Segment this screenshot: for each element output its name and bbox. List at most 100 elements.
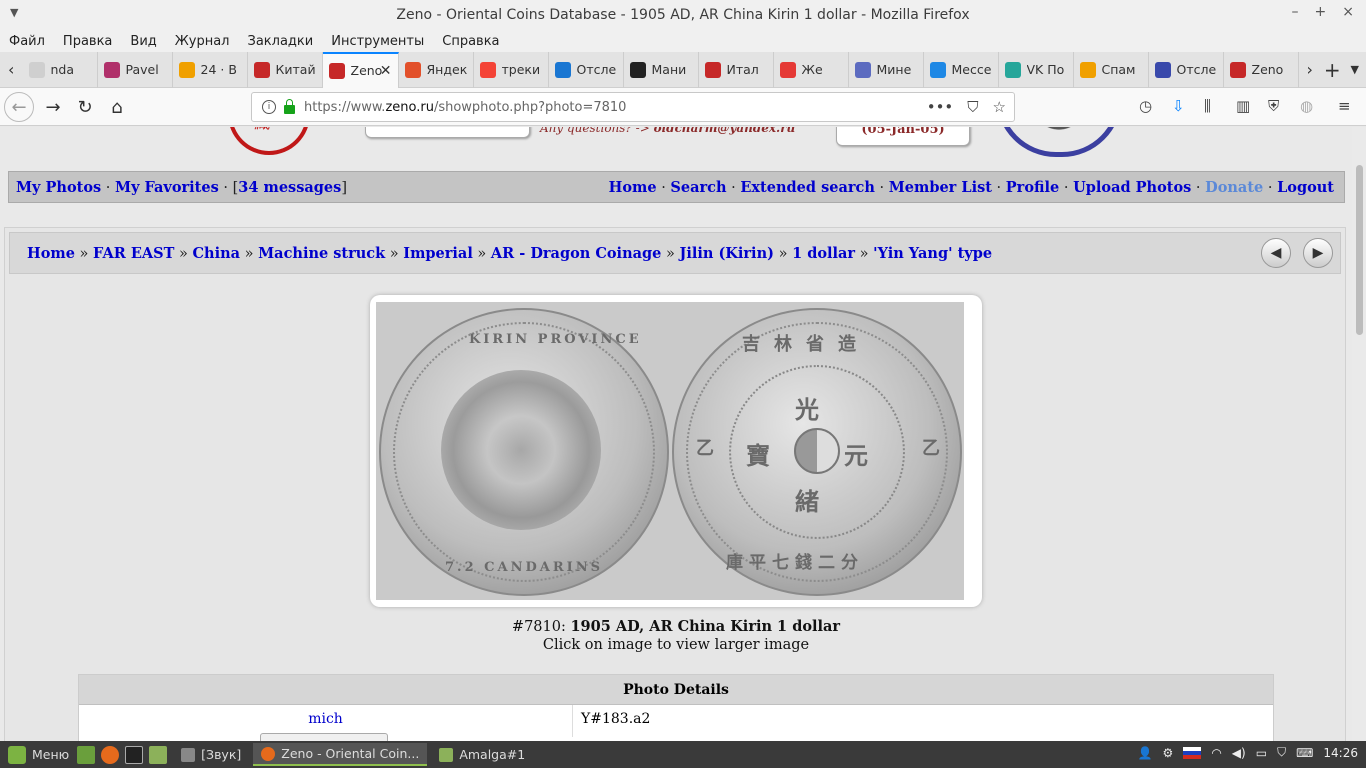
files-launcher-icon[interactable] (149, 745, 168, 764)
home-link[interactable]: Home (609, 179, 657, 196)
tab-0[interactable]: nda (23, 51, 98, 88)
forward-icon[interactable]: → (40, 95, 66, 119)
library-icon[interactable]: ⫼ (1204, 97, 1211, 115)
tab-3[interactable]: Китай (248, 51, 323, 88)
taskbar-window-firefox[interactable]: Zeno - Oriental Coin... (253, 743, 428, 766)
coin-photo[interactable]: KIRIN PROVINCE 7.2 CANDARINS 吉林省造 光 緒 元 … (370, 295, 982, 607)
breadcrumb-1-dollar[interactable]: 1 dollar (792, 245, 855, 262)
scrollbar-thumb[interactable] (1356, 165, 1363, 335)
window-menu-icon[interactable]: ▼ (10, 6, 18, 19)
downloads-icon[interactable]: ⇩ (1172, 97, 1185, 115)
keyboard-icon[interactable]: ⌨ (1296, 746, 1313, 760)
yandex-icon (479, 61, 496, 78)
tab-16[interactable]: Zeno (1224, 51, 1299, 88)
logout-link[interactable]: Logout (1277, 179, 1334, 196)
menu-tools[interactable]: Инструменты (322, 34, 433, 49)
sidebar-icon[interactable]: ▥ (1236, 97, 1250, 115)
back-icon[interactable]: ← (4, 92, 34, 122)
tab-4[interactable]: Zeno ✕ (322, 51, 399, 88)
home-icon[interactable]: ⌂ (104, 95, 130, 119)
firefox-launcher-icon[interactable] (101, 745, 120, 764)
menu-history[interactable]: Журнал (166, 34, 239, 49)
breadcrumb-home[interactable]: Home (27, 245, 75, 262)
author-link[interactable]: mich (308, 711, 343, 727)
battery-icon[interactable]: ▭ (1256, 746, 1267, 760)
breadcrumb-jilin[interactable]: Jilin (Kirin) (679, 245, 774, 262)
start-menu-button[interactable]: Меню (0, 745, 77, 764)
history-clock-icon[interactable]: ◷ (1139, 97, 1152, 115)
tab-1[interactable]: Pavel (98, 51, 173, 88)
navigation-toolbar: ← → ↻ ⌂ i https://www.zeno.ru/showphoto.… (0, 88, 1366, 126)
breadcrumb-china[interactable]: China (193, 245, 241, 262)
next-photo-button[interactable]: ▶ (1303, 238, 1333, 268)
terminal-launcher-icon[interactable] (125, 745, 144, 764)
keyboard-layout-flag-icon[interactable] (1183, 746, 1202, 759)
my-photos-link[interactable]: My Photos (16, 179, 101, 196)
tab-10[interactable]: Же (774, 51, 849, 88)
hamburger-menu-icon[interactable]: ≡ (1338, 97, 1351, 115)
search-link[interactable]: Search (670, 179, 726, 196)
tab-7[interactable]: Отсле (549, 51, 624, 88)
maximize-button[interactable]: + (1315, 4, 1327, 20)
menu-bookmarks[interactable]: Закладки (239, 34, 323, 49)
network-settings-icon[interactable]: ⚙ (1163, 746, 1174, 760)
url-bar[interactable]: i https://www.zeno.ru/showphoto.php?phot… (251, 92, 1015, 122)
obverse-image[interactable]: KIRIN PROVINCE 7.2 CANDARINS (376, 302, 671, 600)
calendar-icon (554, 61, 571, 78)
lock-icon[interactable] (284, 98, 295, 114)
tab-list-icon[interactable]: ▼ (1344, 52, 1366, 88)
reload-icon[interactable]: ↻ (72, 95, 98, 119)
tab-2[interactable]: 24 · В (173, 51, 248, 88)
bookmark-star-icon[interactable]: ☆ (993, 98, 1006, 116)
tab-6[interactable]: треки (474, 51, 549, 88)
breadcrumb-yin-yang-type[interactable]: 'Yin Yang' type (873, 245, 992, 262)
page-scrollbar[interactable] (1352, 127, 1366, 741)
donate-link[interactable]: Donate (1205, 179, 1263, 196)
wifi-icon[interactable]: ◠ (1211, 746, 1221, 760)
new-tab-icon[interactable]: + (1321, 52, 1344, 88)
close-tab-icon[interactable]: ✕ (380, 63, 392, 79)
volume-icon[interactable]: ◀) (1232, 746, 1246, 760)
tab-13[interactable]: VK По (999, 51, 1074, 88)
my-favorites-link[interactable]: My Favorites (115, 179, 219, 196)
tab-8[interactable]: Мани (624, 51, 699, 88)
taskbar-window-amalga[interactable]: Amalga#1 (431, 743, 533, 766)
show-desktop-icon[interactable] (77, 745, 96, 764)
site-info-icon[interactable]: i (262, 100, 276, 114)
ublock-icon[interactable]: ⛨ (1268, 97, 1279, 115)
menu-file[interactable]: Файл (0, 34, 54, 49)
breadcrumb-machine-struck[interactable]: Machine struck (258, 245, 385, 262)
url-text[interactable]: https://www.zeno.ru/showphoto.php?photo=… (304, 100, 626, 115)
breadcrumb-imperial[interactable]: Imperial (403, 245, 473, 262)
tab-12[interactable]: Мессе (924, 51, 999, 88)
tab-9[interactable]: Итал (699, 51, 774, 88)
previous-photo-button[interactable]: ◀ (1261, 238, 1291, 268)
profile-link[interactable]: Profile (1006, 179, 1060, 196)
menu-edit[interactable]: Правка (54, 34, 121, 49)
reverse-image[interactable]: 吉林省造 光 緒 元 寶 庫平七錢二分 乙 乙 (669, 302, 964, 600)
taskbar-window-sound[interactable]: [Звук] (173, 743, 249, 766)
tabs-scroll-left-icon[interactable]: ‹ (0, 52, 23, 88)
tab-5[interactable]: Яндек (399, 51, 474, 88)
tab-14[interactable]: Спам (1074, 51, 1149, 88)
menu-view[interactable]: Вид (121, 34, 165, 49)
globe-icon[interactable]: ◍ (1300, 97, 1313, 115)
tab-15[interactable]: Отсле (1149, 51, 1224, 88)
breadcrumb-far-east[interactable]: FAR EAST (93, 245, 174, 262)
upload-photos-link[interactable]: Upload Photos (1073, 179, 1191, 196)
minimize-button[interactable]: – (1292, 4, 1299, 20)
menu-help[interactable]: Справка (433, 34, 508, 49)
messages-link[interactable]: 34 messages (238, 179, 341, 196)
clock[interactable]: 14:26 (1323, 746, 1358, 760)
close-button[interactable]: × (1342, 4, 1354, 20)
contact-email-link[interactable]: oldcharm@yandex.ru (654, 127, 796, 135)
page-actions-icon[interactable]: ••• (927, 98, 954, 116)
user-icon[interactable]: 👤 (1138, 746, 1153, 760)
member-list-link[interactable]: Member List (889, 179, 992, 196)
extended-search-link[interactable]: Extended search (740, 179, 875, 196)
tabs-scroll-right-icon[interactable]: › (1299, 52, 1322, 88)
tab-11[interactable]: Мине (849, 51, 924, 88)
pocket-icon[interactable]: ⛉ (967, 98, 978, 116)
breadcrumb-dragon-coinage[interactable]: AR - Dragon Coinage (491, 245, 661, 262)
shield-icon[interactable]: ⛉ (1277, 745, 1286, 760)
